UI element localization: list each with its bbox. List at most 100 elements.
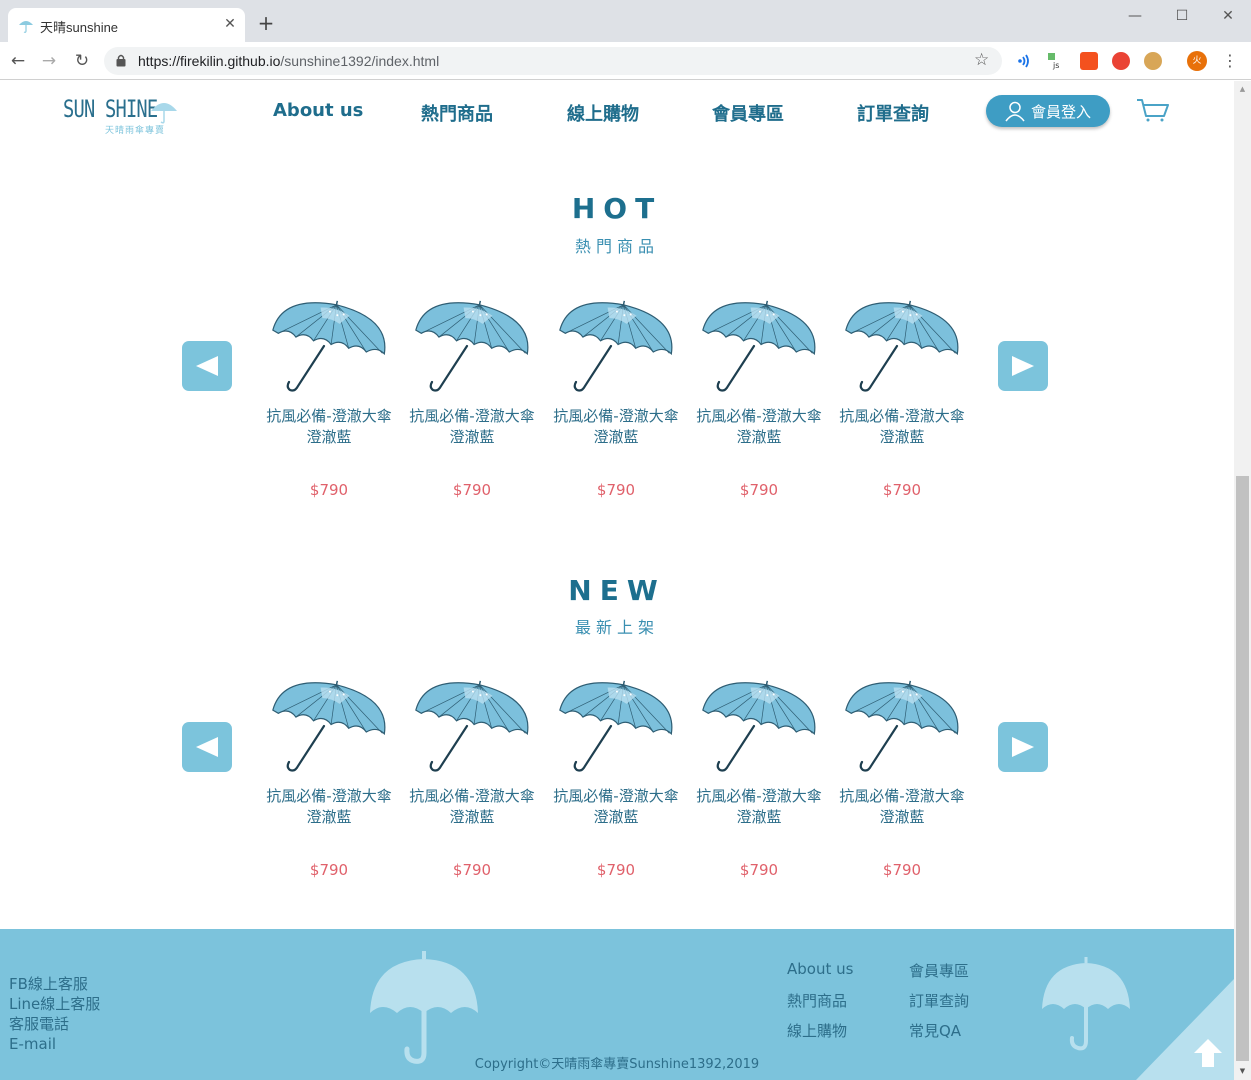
product-name[interactable]: 抗風必備-澄澈大傘 澄澈藍: [543, 406, 689, 448]
lock-icon: [116, 54, 126, 67]
footer-link-shop[interactable]: 線上購物: [787, 1020, 847, 1041]
scroll-up-icon[interactable]: ▲: [1234, 81, 1251, 98]
arrow-left-icon: [196, 356, 218, 376]
product-price: $790: [882, 481, 922, 499]
umbrella-product-image[interactable]: [837, 300, 967, 395]
new-section-title: NEW: [568, 574, 666, 607]
umbrella-product-image[interactable]: [407, 680, 537, 775]
footer-link-hot[interactable]: 熱門商品: [787, 990, 847, 1011]
umbrella-product-image[interactable]: [837, 680, 967, 775]
browser-tab-bar: 天晴sunshine ✕ + — ☐ ✕: [0, 0, 1251, 42]
user-icon: [1005, 101, 1025, 122]
product-price: $790: [452, 481, 492, 499]
umbrella-icon: [370, 951, 478, 1064]
scroll-thumb[interactable]: [1236, 476, 1249, 1061]
footer-line-service[interactable]: Line線上客服: [9, 994, 100, 1014]
footer-phone[interactable]: 客服電話: [9, 1014, 100, 1034]
umbrella-product-image[interactable]: [407, 300, 537, 395]
profile-avatar[interactable]: 火: [1187, 51, 1207, 71]
site-logo[interactable]: SUN SHINE 天晴雨傘專賣: [63, 95, 188, 137]
product-price: $790: [452, 861, 492, 879]
nav-member-area[interactable]: 會員專區: [712, 100, 784, 126]
product-name[interactable]: 抗風必備-澄澈大傘 澄澈藍: [256, 406, 402, 448]
close-window-button[interactable]: ✕: [1217, 6, 1239, 26]
copyright-text: Copyright©天晴雨傘專賣Sunshine1392,2019: [474, 1057, 760, 1072]
logo-text: SUN SHINE: [63, 95, 158, 123]
new-prev-button[interactable]: [182, 722, 232, 772]
product-name[interactable]: 抗風必備-澄澈大傘 澄澈藍: [686, 786, 832, 828]
extension-code-icon[interactable]: [1112, 52, 1130, 70]
tab-close-icon[interactable]: ✕: [220, 14, 240, 34]
svg-text:js: js: [1052, 61, 1059, 70]
product-name[interactable]: 抗風必備-澄澈大傘 澄澈藍: [543, 786, 689, 828]
product-price: $790: [739, 481, 779, 499]
extension-cookie-icon[interactable]: [1144, 52, 1162, 70]
arrow-left-icon: [196, 737, 218, 757]
new-next-button[interactable]: [998, 722, 1048, 772]
footer-contact-list: FB線上客服 Line線上客服 客服電話 E-mail: [9, 974, 100, 1054]
site-footer: FB線上客服 Line線上客服 客服電話 E-mail About us 熱門商…: [0, 929, 1234, 1080]
new-tab-button[interactable]: +: [256, 13, 276, 33]
arrow-right-icon: [1012, 356, 1034, 376]
extension-wave-icon[interactable]: [1015, 52, 1033, 70]
footer-link-about[interactable]: About us: [787, 960, 853, 978]
product-name[interactable]: 抗風必備-澄澈大傘 澄澈藍: [829, 786, 975, 828]
umbrella-product-image[interactable]: [551, 300, 681, 395]
product-name[interactable]: 抗風必備-澄澈大傘 澄澈藍: [399, 786, 545, 828]
nav-about-us[interactable]: About us: [273, 100, 363, 121]
login-label: 會員登入: [1031, 103, 1092, 121]
address-bar[interactable]: https://firekilin.github.io/sunshine1392…: [104, 47, 1002, 75]
umbrella-icon: [1042, 957, 1130, 1051]
login-button[interactable]: 會員登入: [986, 95, 1110, 127]
product-price: $790: [739, 861, 779, 879]
logo-subtitle: 天晴雨傘專賣: [105, 126, 166, 136]
nav-online-shop[interactable]: 線上購物: [567, 100, 639, 126]
url-text: https://firekilin.github.io/sunshine1392…: [138, 53, 439, 69]
hot-next-button[interactable]: [998, 341, 1048, 391]
cart-icon[interactable]: [1136, 97, 1170, 123]
extension-orange-icon[interactable]: [1080, 52, 1098, 70]
browser-toolbar: ← → ↻ https://firekilin.github.io/sunshi…: [0, 42, 1251, 80]
site-header: SUN SHINE 天晴雨傘專賣 About us 熱門商品 線上購物 會員專區…: [0, 81, 1234, 151]
product-price: $790: [309, 481, 349, 499]
reload-button[interactable]: ↻: [71, 50, 93, 72]
browser-tab[interactable]: 天晴sunshine ✕: [8, 8, 245, 42]
scroll-down-icon[interactable]: ▼: [1234, 1063, 1251, 1080]
page-scrollbar[interactable]: ▲ ▼: [1234, 81, 1251, 1080]
footer-email[interactable]: E-mail: [9, 1034, 100, 1054]
product-price: $790: [309, 861, 349, 879]
back-to-top-button[interactable]: [1136, 979, 1234, 1080]
star-icon[interactable]: ☆: [974, 50, 989, 70]
logo-umbrella-icon: [151, 103, 177, 124]
umbrella-product-image[interactable]: [694, 680, 824, 775]
product-name[interactable]: 抗風必備-澄澈大傘 澄澈藍: [399, 406, 545, 448]
footer-link-order[interactable]: 訂單查詢: [909, 990, 969, 1011]
umbrella-product-image[interactable]: [264, 300, 394, 395]
maximize-button[interactable]: ☐: [1171, 6, 1193, 26]
url-host: https://firekilin.github.io: [138, 53, 281, 69]
product-price: $790: [596, 481, 636, 499]
forward-button[interactable]: →: [38, 50, 60, 72]
umbrella-product-image[interactable]: [694, 300, 824, 395]
product-name[interactable]: 抗風必備-澄澈大傘 澄澈藍: [686, 406, 832, 448]
product-price: $790: [596, 861, 636, 879]
back-button[interactable]: ←: [7, 50, 29, 72]
umbrella-favicon-icon: [19, 21, 33, 33]
nav-order-lookup[interactable]: 訂單查詢: [857, 100, 929, 126]
product-name[interactable]: 抗風必備-澄澈大傘 澄澈藍: [256, 786, 402, 828]
hot-prev-button[interactable]: [182, 341, 232, 391]
nav-hot-products[interactable]: 熱門商品: [421, 100, 493, 126]
url-path: /sunshine1392/index.html: [280, 53, 440, 69]
footer-link-member[interactable]: 會員專區: [909, 960, 969, 981]
umbrella-product-image[interactable]: [264, 680, 394, 775]
hot-section-title: HOT: [571, 192, 663, 225]
umbrella-product-image[interactable]: [551, 680, 681, 775]
footer-fb-service[interactable]: FB線上客服: [9, 974, 100, 994]
browser-menu-icon[interactable]: ⋮: [1222, 50, 1238, 72]
extension-js-icon[interactable]: js: [1047, 52, 1065, 70]
hot-section-subtitle: 熱門商品: [574, 237, 659, 256]
product-name[interactable]: 抗風必備-澄澈大傘 澄澈藍: [829, 406, 975, 448]
footer-link-qa[interactable]: 常見QA: [909, 1020, 961, 1041]
minimize-button[interactable]: —: [1124, 6, 1146, 26]
arrow-right-icon: [1012, 737, 1034, 757]
